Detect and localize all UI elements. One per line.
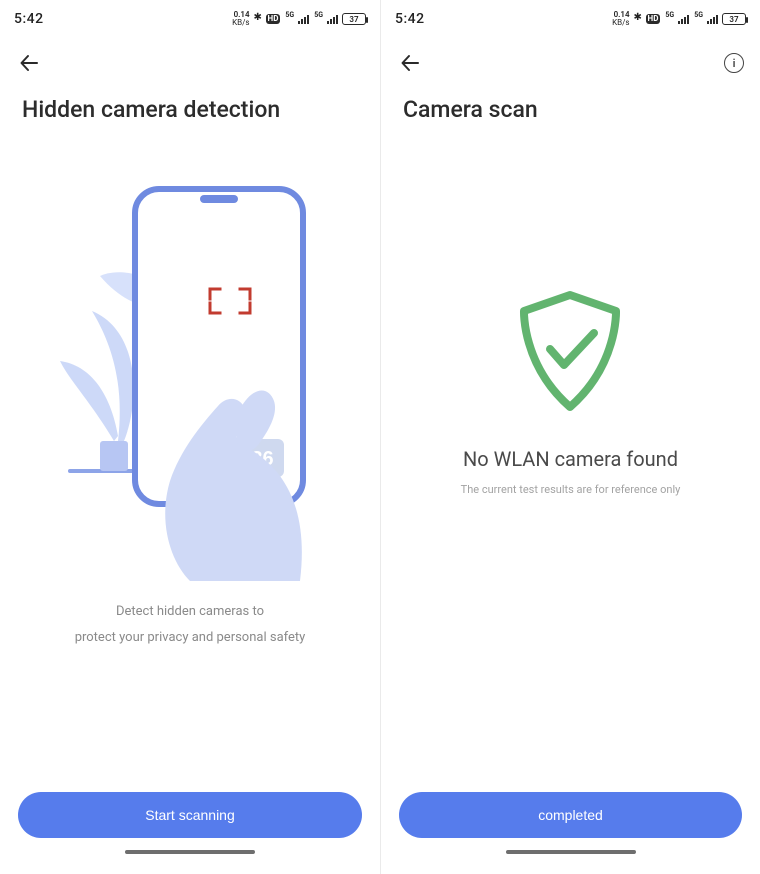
status-time: 5:42 [14, 11, 44, 27]
home-indicator[interactable] [125, 850, 255, 854]
battery-icon: 37 [342, 13, 366, 25]
battery-icon: 37 [722, 13, 746, 25]
pane-scan-result: 5:42 0.14 KB/s HD 5G 5G 37 i [380, 0, 760, 874]
signal-bars-1 [678, 14, 689, 24]
hd-badge: HD [266, 14, 281, 24]
net2-type: 5G [694, 11, 703, 19]
status-bar: 5:42 0.14 KB/s HD 5G 5G 37 [0, 0, 380, 32]
status-time: 5:42 [395, 11, 425, 27]
header-row: i [381, 32, 760, 82]
description-line-1: Detect hidden cameras to [75, 599, 306, 625]
bluetooth-icon [636, 13, 642, 25]
back-button[interactable] [397, 50, 423, 76]
status-bar: 5:42 0.14 KB/s HD 5G 5G 37 [381, 0, 760, 32]
shield-check-icon [510, 287, 630, 417]
content-area: No WLAN camera found The current test re… [381, 127, 760, 874]
signal-bars-1 [298, 14, 309, 24]
start-scanning-button[interactable]: Start scanning [18, 792, 362, 838]
description-line-2: protect your privacy and personal safety [75, 625, 306, 651]
signal-bars-2 [327, 14, 338, 24]
pane-detection: 5:42 0.14 KB/s HD 5G 5G 37 Hidden came [0, 0, 380, 874]
hd-badge: HD [646, 14, 661, 24]
home-indicator[interactable] [506, 850, 636, 854]
bottom-area: completed [381, 792, 760, 874]
net-rate: 0.14 KB/s [612, 11, 629, 27]
page-title: Camera scan [381, 82, 760, 127]
info-button[interactable]: i [724, 53, 744, 73]
header-row [0, 32, 380, 82]
net1-type: 5G [665, 11, 674, 19]
result-block: No WLAN camera found The current test re… [461, 287, 681, 496]
phone-in-hand-illustration: 02:36 [40, 171, 340, 581]
status-icons: 0.14 KB/s HD 5G 5G 37 [232, 11, 366, 27]
illustration: 02:36 [40, 171, 340, 581]
net2-type: 5G [314, 11, 323, 19]
bottom-area: Start scanning [0, 792, 380, 874]
back-arrow-icon [17, 51, 41, 75]
completed-button[interactable]: completed [399, 792, 742, 838]
back-button[interactable] [16, 50, 42, 76]
net1-type: 5G [285, 11, 294, 19]
result-title: No WLAN camera found [463, 447, 678, 471]
page-title: Hidden camera detection [0, 82, 380, 127]
result-subtitle: The current test results are for referen… [461, 483, 681, 496]
back-arrow-icon [398, 51, 422, 75]
description: Detect hidden cameras to protect your pr… [45, 599, 336, 651]
info-icon: i [733, 57, 736, 70]
net-rate: 0.14 KB/s [232, 11, 249, 27]
status-icons: 0.14 KB/s HD 5G 5G 37 [612, 11, 746, 27]
content-area: 02:36 Detect hidden cameras to [0, 127, 380, 874]
signal-bars-2 [707, 14, 718, 24]
bluetooth-icon [256, 13, 262, 25]
